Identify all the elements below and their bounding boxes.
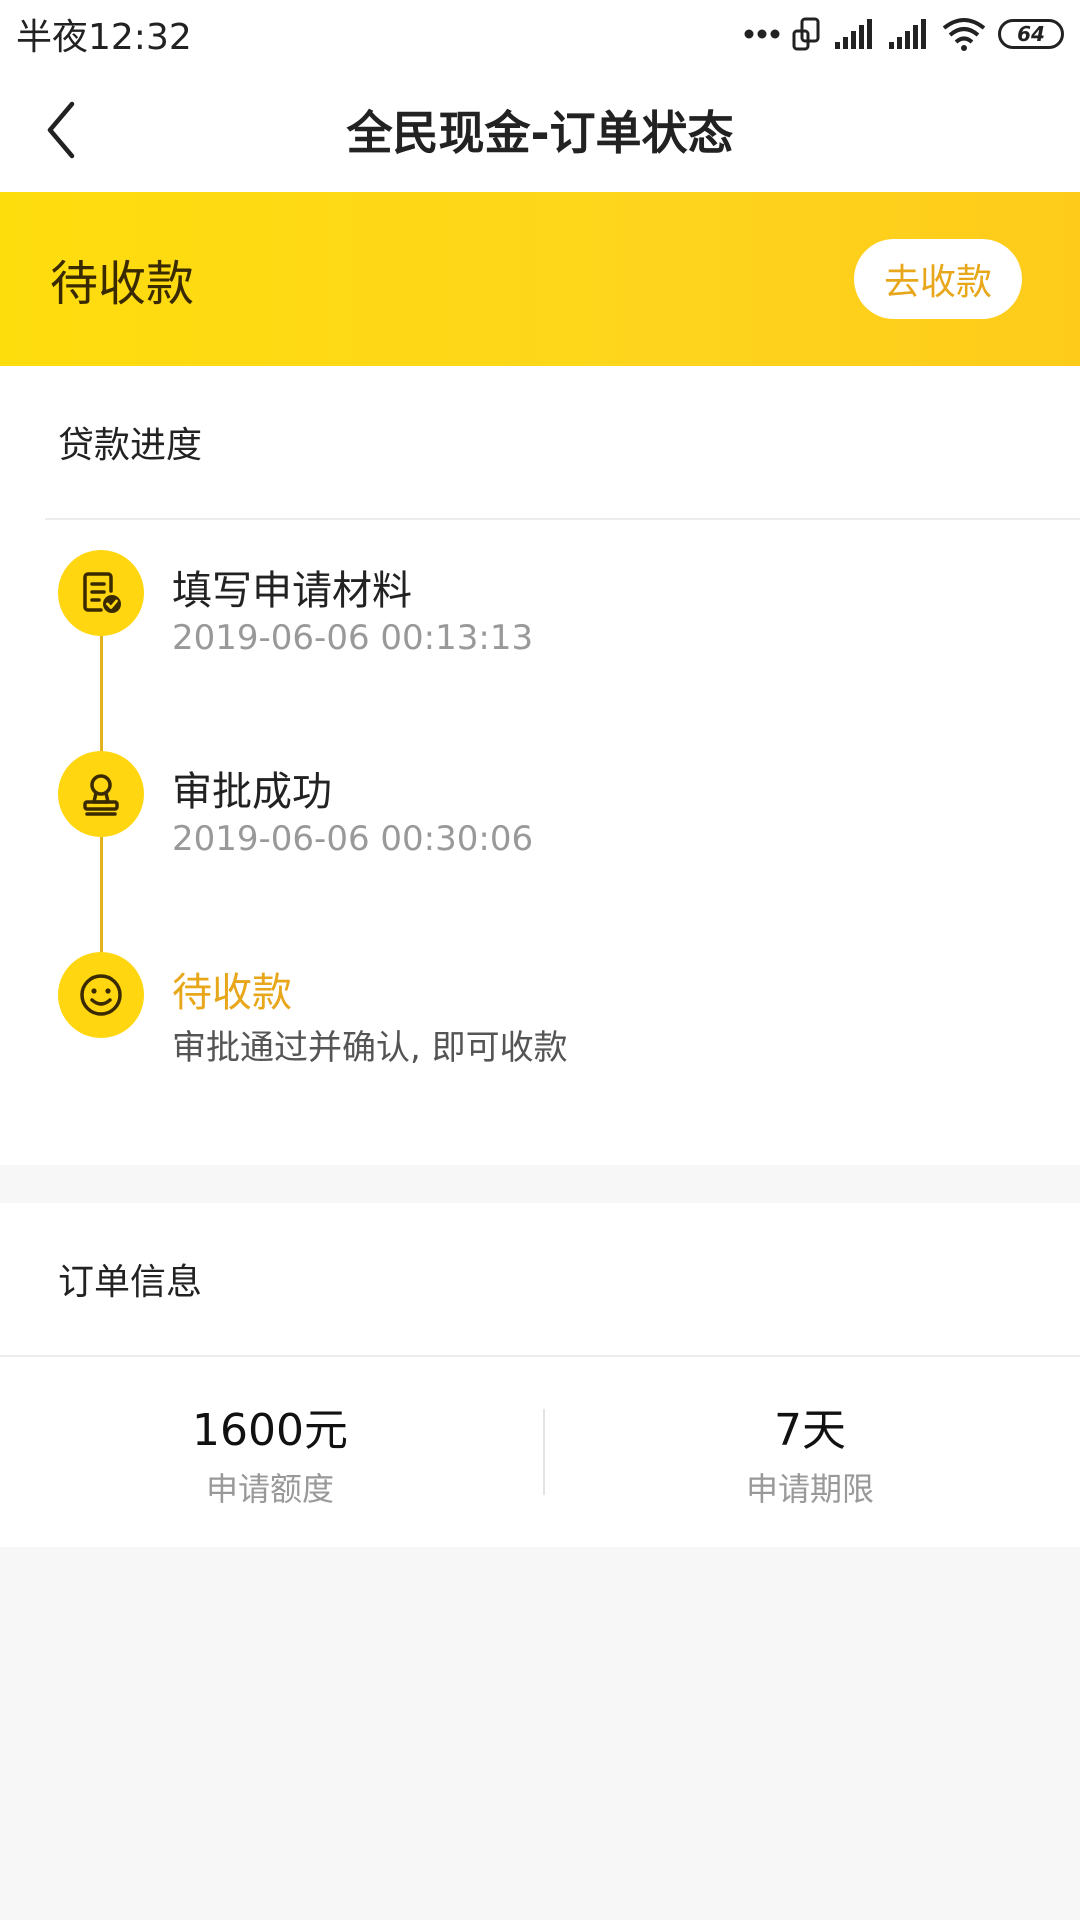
amount-stat: 1600元 申请额度: [0, 1357, 540, 1547]
stat-divider: [543, 1409, 545, 1495]
back-button[interactable]: [40, 98, 90, 162]
order-stats: 1600元 申请额度 7天 申请期限: [0, 1357, 1080, 1547]
order-info-header: 订单信息: [0, 1203, 1080, 1357]
order-info-card: 订单信息 1600元 申请额度 7天 申请期限: [0, 1203, 1080, 1547]
timeline-step-title: 填写申请材料: [172, 568, 412, 614]
status-icons: 64: [744, 17, 1064, 51]
screen-rotate-icon: [792, 17, 820, 51]
timeline-step-title: 审批成功: [172, 769, 332, 815]
page-title: 全民现金-订单状态: [346, 106, 734, 160]
battery-indicator: 64: [998, 19, 1064, 49]
banner-status-text: 待收款: [50, 256, 195, 312]
more-dots-icon: [744, 29, 780, 39]
timeline-dot: [58, 751, 144, 837]
smile-icon: [80, 974, 122, 1016]
timeline-step: 填写申请材料 2019-06-06 00:13:13: [0, 520, 1080, 721]
wifi-icon: [942, 18, 986, 51]
stamp-icon: [83, 774, 119, 816]
amount-label: 申请额度: [205, 1470, 334, 1508]
timeline-step: 审批成功 2019-06-06 00:30:06: [0, 721, 1080, 922]
section-gap: [0, 1165, 1080, 1203]
loan-progress-header: 贷款进度: [45, 366, 1080, 520]
progress-timeline: 填写申请材料 2019-06-06 00:13:13 审批成功 2019-06-…: [0, 520, 1080, 1165]
form-check-icon: [83, 572, 121, 613]
timeline-dot: [58, 952, 144, 1038]
timeline-step-description: 审批通过并确认, 即可收款: [172, 1028, 568, 1068]
signal-icon: [835, 19, 872, 49]
collect-payment-button[interactable]: 去收款: [854, 239, 1022, 319]
term-stat: 7天 申请期限: [540, 1357, 1080, 1547]
timeline-step-title: 待收款: [172, 970, 292, 1016]
timeline-step-time: 2019-06-06 00:30:06: [172, 819, 534, 859]
loan-progress-card: 贷款进度 填写申请材料 2019-06-06 00:13:13 审批成功 201…: [0, 366, 1080, 1165]
battery-level: 64: [1017, 22, 1045, 46]
status-time: 半夜12:32: [16, 17, 192, 58]
back-arrow-icon: [47, 101, 75, 159]
timeline-dot: [58, 550, 144, 636]
timeline-step-time: 2019-06-06 00:13:13: [172, 618, 534, 658]
term-label: 申请期限: [745, 1470, 874, 1508]
nav-bar: 全民现金-订单状态: [0, 68, 1080, 192]
amount-value: 1600元: [192, 1405, 348, 1456]
signal-icon-2: [889, 19, 926, 49]
timeline-step: 待收款 审批通过并确认, 即可收款: [0, 922, 1080, 1123]
term-value: 7天: [774, 1405, 846, 1456]
status-bar: 半夜12:32 64: [0, 0, 1080, 68]
status-banner: 待收款 去收款: [0, 192, 1080, 366]
